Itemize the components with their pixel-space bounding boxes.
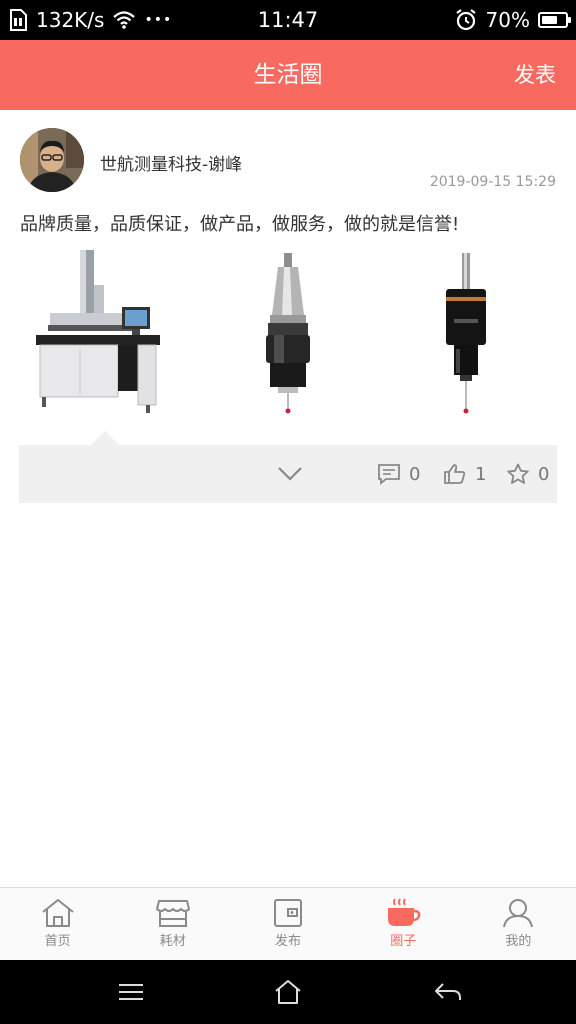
page-title: 生活圈	[253, 62, 323, 88]
alarm-icon	[455, 9, 476, 31]
system-nav-bar	[0, 960, 576, 1024]
post-image-measuring-machine[interactable]	[20, 245, 200, 425]
app-header: 生活圈 发表	[0, 40, 576, 110]
post-author[interactable]: 世航测量科技-谢峰	[100, 150, 242, 175]
thumbs-up-icon	[444, 464, 466, 484]
home-outline-icon	[275, 980, 301, 1004]
home-button[interactable]	[273, 978, 303, 1006]
status-bar: 132K/s ••• 11:47 70%	[0, 0, 576, 40]
home-icon	[41, 899, 74, 927]
nav-label-publish: 发布	[275, 934, 302, 949]
back-button[interactable]	[433, 978, 463, 1006]
avatar[interactable]	[20, 128, 84, 192]
back-arrow-icon	[435, 983, 461, 1000]
publish-button[interactable]: 发表	[514, 40, 556, 110]
nav-label-circle: 圈子	[390, 934, 417, 949]
battery-level	[542, 16, 557, 24]
comment-button[interactable]: 0	[377, 445, 420, 503]
battery-percent: 70%	[485, 8, 530, 32]
nav-label-me: 我的	[505, 934, 532, 949]
favorite-count: 0	[538, 463, 550, 485]
store-icon	[155, 900, 190, 927]
comment-count: 0	[409, 463, 421, 485]
avatar-photo	[20, 128, 84, 192]
chevron-down-icon	[278, 467, 302, 481]
menu-icon	[119, 984, 143, 1000]
bottom-nav: 首页 耗材 发布 圈子 我的	[0, 887, 576, 960]
battery-icon	[538, 12, 571, 28]
post-timestamp: 2019-09-15 15:29	[429, 174, 556, 190]
menu-button[interactable]	[116, 978, 146, 1006]
post-action-bar: 0 1 0	[19, 431, 557, 503]
nav-item-home[interactable]: 首页	[0, 888, 115, 960]
expand-button[interactable]	[277, 445, 303, 503]
coffee-cup-icon	[388, 898, 421, 926]
nav-item-publish[interactable]: 发布	[230, 888, 345, 960]
favorite-button[interactable]: 0	[506, 445, 549, 503]
nav-item-me[interactable]: 我的	[461, 888, 576, 960]
nav-label-home: 首页	[44, 934, 71, 949]
like-button[interactable]: 1	[443, 445, 486, 503]
status-right: 70%	[454, 0, 571, 40]
wallet-icon	[274, 899, 302, 927]
nav-item-consumables[interactable]: 耗材	[115, 888, 230, 960]
user-icon	[503, 899, 534, 928]
like-count: 1	[475, 463, 487, 485]
post-image-cylinder-probe[interactable]	[376, 245, 556, 425]
post-image-tool-holder-probe[interactable]	[198, 245, 378, 425]
nav-label-consumables: 耗材	[159, 934, 186, 949]
star-icon	[507, 463, 529, 484]
post-text: 品牌质量，品质保证，做产品，做服务，做的就是信誉!	[20, 214, 460, 235]
nav-item-circle[interactable]: 圈子	[346, 888, 461, 960]
comment-icon	[378, 464, 400, 485]
